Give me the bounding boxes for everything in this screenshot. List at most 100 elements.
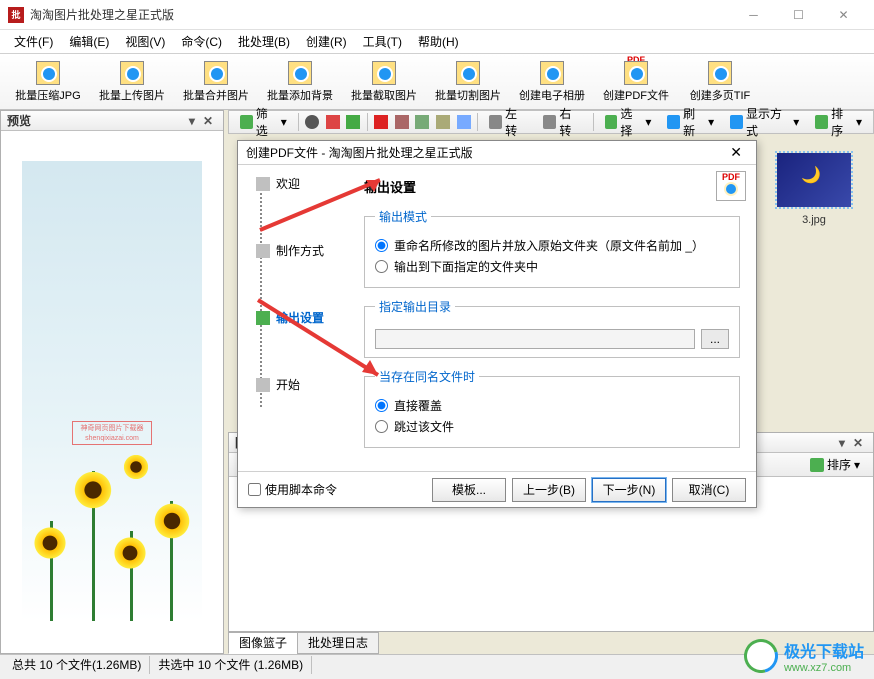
cut-icon <box>395 115 409 129</box>
menu-help[interactable]: 帮助(H) <box>410 30 467 53</box>
filter-button[interactable]: 筛选▾ <box>233 112 294 132</box>
script-checkbox[interactable] <box>248 483 261 496</box>
preview-title: 预览 <box>7 112 31 129</box>
logo-icon <box>738 633 784 679</box>
icon-btn-6[interactable] <box>413 112 432 132</box>
window-title: 淘淘图片批处理之星正式版 <box>30 6 731 23</box>
main-toolbar: 批量压缩JPG 批量上传图片 批量合并图片 批量添加背景 批量截取图片 批量切割… <box>0 54 874 110</box>
nav-method[interactable]: 制作方式 <box>242 242 343 259</box>
preview-close-icon[interactable]: ✕ <box>199 114 217 128</box>
copy-icon <box>415 115 429 129</box>
tab-image-basket[interactable]: 图像篮子 <box>228 632 298 654</box>
minimize-button[interactable]: ─ <box>731 1 776 29</box>
footer-logo: 极光下载站 www.xz7.com <box>744 638 864 674</box>
sort-icon <box>815 115 828 129</box>
nav-welcome[interactable]: 欢迎 <box>242 175 343 192</box>
tool-split[interactable]: 批量切割图片 <box>428 56 508 107</box>
legend-duplicate: 当存在同名文件时 <box>375 368 479 385</box>
close-button[interactable]: ✕ <box>821 1 866 29</box>
thumbnail-area: 3.jpg <box>764 150 864 226</box>
menu-create[interactable]: 创建(R) <box>298 30 355 53</box>
eye-icon <box>305 115 319 129</box>
tool-tif[interactable]: 创建多页TIF <box>680 56 760 107</box>
dialog-nav: 欢迎 制作方式 输出设置 开始 <box>238 165 348 471</box>
app-icon: 批 <box>8 7 24 23</box>
titlebar: 批 淘淘图片批处理之星正式版 ─ ☐ ✕ <box>0 0 874 30</box>
pdf-badge: PDF <box>716 171 746 201</box>
icon-btn-1[interactable] <box>303 112 322 132</box>
bottom-tabs: 图像篮子 批处理日志 <box>228 632 378 654</box>
group-output-dir: 指定输出目录 ... <box>364 298 740 358</box>
script-label: 使用脚本命令 <box>265 481 337 498</box>
menu-cmd[interactable]: 命令(C) <box>173 30 230 53</box>
icon-btn-8[interactable] <box>454 112 473 132</box>
template-button[interactable]: 模板... <box>432 478 506 502</box>
preview-dropdown-icon[interactable]: ▾ <box>185 114 199 128</box>
select-button[interactable]: 选择▾ <box>598 112 659 132</box>
secondary-toolbar: 筛选▾ 左转 右转 选择▾ 刷新▾ 显示方式▾ 排序▾ <box>228 110 874 134</box>
menubar: 文件(F) 编辑(E) 视图(V) 命令(C) 批处理(B) 创建(R) 工具(… <box>0 30 874 54</box>
bottom-close-icon[interactable]: ✕ <box>849 436 867 450</box>
tool-compress-jpg[interactable]: 批量压缩JPG <box>8 56 88 107</box>
radio-overwrite[interactable] <box>375 399 388 412</box>
content-heading: 输出设置 <box>364 177 740 196</box>
nav-start[interactable]: 开始 <box>242 376 343 393</box>
legend-output-dir: 指定输出目录 <box>375 298 455 315</box>
menu-edit[interactable]: 编辑(E) <box>61 30 117 53</box>
bottom-sort-button[interactable]: 排序▾ <box>803 455 867 475</box>
output-dir-input[interactable] <box>375 329 695 349</box>
thumbnail-item[interactable] <box>774 150 854 210</box>
browse-button[interactable]: ... <box>701 329 729 349</box>
tool-crop[interactable]: 批量截取图片 <box>344 56 424 107</box>
display-button[interactable]: 显示方式▾ <box>723 112 806 132</box>
icon-btn-7[interactable] <box>434 112 453 132</box>
refresh-button[interactable]: 刷新▾ <box>660 112 721 132</box>
next-button[interactable]: 下一步(N) <box>592 478 666 502</box>
dialog-close-button[interactable]: ✕ <box>724 144 748 161</box>
rotate-left-button[interactable]: 左转 <box>482 112 534 132</box>
icon-btn-3[interactable] <box>344 112 363 132</box>
bottom-dropdown-icon[interactable]: ▾ <box>835 436 849 450</box>
logo-name: 极光下载站 <box>784 638 864 662</box>
menu-file[interactable]: 文件(F) <box>6 30 61 53</box>
icon-btn-5[interactable] <box>392 112 411 132</box>
display-icon <box>730 115 743 129</box>
sort-icon <box>810 458 824 472</box>
thumbnail-label: 3.jpg <box>764 214 864 226</box>
menu-view[interactable]: 视图(V) <box>117 30 173 53</box>
cancel-button[interactable]: 取消(C) <box>672 478 746 502</box>
tool-album[interactable]: 创建电子相册 <box>512 56 592 107</box>
radio-rename[interactable] <box>375 239 388 252</box>
paste-icon <box>436 115 450 129</box>
menu-tools[interactable]: 工具(T) <box>355 30 410 53</box>
legend-output-mode: 输出模式 <box>375 208 431 225</box>
nav-output-settings[interactable]: 输出设置 <box>242 309 343 326</box>
preview-image: 神奇网页图片下载器shenqixiazai.com <box>22 161 202 621</box>
menu-batch[interactable]: 批处理(B) <box>230 30 298 53</box>
tool-pdf[interactable]: PDF创建PDF文件 <box>596 56 676 107</box>
tab-batch-log[interactable]: 批处理日志 <box>297 632 379 654</box>
dialog-titlebar: 创建PDF文件 - 淘淘图片批处理之星正式版 ✕ <box>238 141 756 165</box>
tool-background[interactable]: 批量添加背景 <box>260 56 340 107</box>
radio-folder[interactable] <box>375 260 388 273</box>
select-icon <box>605 115 618 129</box>
tag-icon <box>326 115 340 129</box>
rotate-left-icon <box>489 115 502 129</box>
folder-icon <box>457 115 471 129</box>
icon-btn-2[interactable] <box>323 112 342 132</box>
status-selected: 共选中 10 个文件 (1.26MB) <box>150 656 312 674</box>
dialog-content: PDF 输出设置 输出模式 重命名所修改的图片并放入原始文件夹（原文件名前加 _… <box>348 165 756 471</box>
prev-button[interactable]: 上一步(B) <box>512 478 586 502</box>
delete-icon <box>374 115 388 129</box>
sort-button[interactable]: 排序▾ <box>808 112 869 132</box>
dialog-footer: 使用脚本命令 模板... 上一步(B) 下一步(N) 取消(C) <box>238 471 756 507</box>
tool-merge[interactable]: 批量合并图片 <box>176 56 256 107</box>
icon-btn-4[interactable] <box>372 112 391 132</box>
dialog-title: 创建PDF文件 - 淘淘图片批处理之星正式版 <box>246 144 724 161</box>
tool-upload[interactable]: 批量上传图片 <box>92 56 172 107</box>
rotate-right-button[interactable]: 右转 <box>536 112 588 132</box>
maximize-button[interactable]: ☐ <box>776 1 821 29</box>
radio-skip[interactable] <box>375 420 388 433</box>
rotate-right-icon <box>543 115 556 129</box>
preview-panel: 预览 ▾ ✕ 神奇网页图片下载器shenqixiazai.com <box>0 110 224 654</box>
